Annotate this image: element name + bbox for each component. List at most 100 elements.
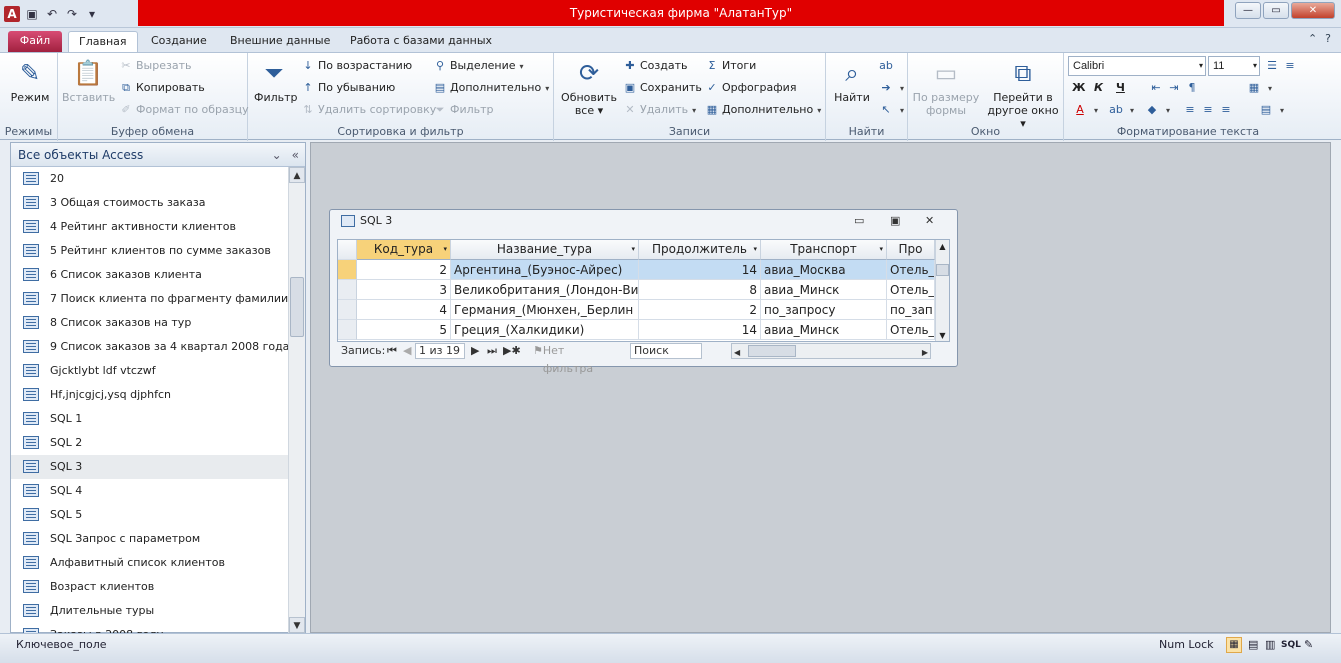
column-header[interactable]: Код_тура ▾ [357, 240, 451, 260]
nav-item[interactable]: SQL 2 [11, 431, 288, 455]
switch-windows-button[interactable]: ⧉ Перейти в другое окно ▾ [984, 57, 1062, 130]
maximize-button[interactable]: ▭ [1263, 2, 1289, 19]
tab-create[interactable]: Создание [141, 31, 217, 52]
copy-button[interactable]: ⧉ Копировать [118, 78, 205, 98]
nav-item[interactable]: 5 Рейтинг клиентов по сумме заказов [11, 239, 288, 263]
prev-record-icon[interactable]: ◀ [403, 342, 411, 360]
table-cell[interactable]: 14 [639, 320, 761, 340]
bold-button[interactable]: Ж [1072, 78, 1085, 98]
scroll-down-icon[interactable]: ▼ [289, 617, 305, 633]
table-cell[interactable]: Отель_ [887, 280, 935, 300]
nav-item[interactable]: SQL 3 [11, 455, 288, 479]
nav-item[interactable]: Gjcktlybt ldf vtczwf [11, 359, 288, 383]
highlight-button[interactable]: ab ▾ [1108, 100, 1138, 120]
table-cell[interactable]: 8 [639, 280, 761, 300]
nav-item[interactable]: 6 Список заказов клиента [11, 263, 288, 287]
toggle-filter-button[interactable]: ⏷ Фильтр [432, 100, 494, 120]
scroll-up-icon[interactable]: ▲ [289, 167, 305, 183]
font-name-select[interactable]: Calibri ▾ [1068, 56, 1206, 76]
scroll-down-icon[interactable]: ▼ [936, 329, 949, 341]
nav-item[interactable]: Заказы в 2008 году [11, 623, 288, 633]
nav-item[interactable]: Длительные туры [11, 599, 288, 623]
list-icons[interactable]: ☰ ≡ [1264, 56, 1300, 76]
grid-horizontal-scrollbar[interactable]: ◀ ▶ [731, 343, 931, 359]
chevron-down-icon[interactable]: ▾ [753, 240, 757, 259]
access-app-icon[interactable]: A [4, 6, 20, 22]
table-cell[interactable]: авиа_Минск [761, 320, 887, 340]
more-records-button[interactable]: ▦ Дополнительно ▾ [704, 100, 825, 120]
table-cell[interactable]: авиа_Минск [761, 280, 887, 300]
nav-header[interactable]: Все объекты Access ⌄ « [11, 143, 305, 167]
scroll-thumb[interactable] [936, 264, 949, 276]
ribbon-collapse-icon[interactable]: ⌃ [1308, 32, 1317, 45]
advanced-filter-button[interactable]: ▤ Дополнительно ▾ [432, 78, 553, 98]
row-selector[interactable] [338, 260, 357, 280]
filter-button[interactable]: ⏷ Фильтр [254, 57, 298, 104]
datasheet-view-icon[interactable]: ▦ [1226, 637, 1242, 653]
fill-color-button[interactable]: ◆ ▾ [1144, 100, 1174, 120]
pivot-table-icon[interactable]: ▤ [1248, 634, 1258, 656]
size-to-fit-button[interactable]: ▭ По размеру формы [912, 57, 980, 117]
minimize-button[interactable]: — [1235, 2, 1261, 19]
design-view-icon[interactable]: ✎ [1304, 634, 1313, 656]
scroll-thumb[interactable] [290, 277, 304, 337]
refresh-all-button[interactable]: ⟳ Обновить все ▾ [558, 57, 620, 117]
nav-item[interactable]: 4 Рейтинг активности клиентов [11, 215, 288, 239]
delete-record-button[interactable]: ✕ Удалить ▾ [622, 100, 700, 120]
alt-row-color-button[interactable]: ▤ ▾ [1258, 100, 1288, 120]
view-button[interactable]: ✎ Режим [6, 57, 54, 104]
table-cell[interactable]: Великобритания_(Лондон-Ви [451, 280, 639, 300]
selection-button[interactable]: ⚲ Выделение ▾ [432, 56, 528, 76]
new-record-icon[interactable]: ▶✱ [503, 342, 521, 360]
undo-icon[interactable]: ↶ [44, 6, 60, 22]
table-cell[interactable]: по_запросу [761, 300, 887, 320]
scroll-thumb[interactable] [748, 345, 796, 357]
table-cell[interactable]: 4 [357, 300, 451, 320]
nav-item[interactable]: Возраст клиентов [11, 575, 288, 599]
nav-item[interactable]: SQL 5 [11, 503, 288, 527]
nav-item[interactable]: 7 Поиск клиента по фрагменту фамилии [11, 287, 288, 311]
search-input[interactable]: Поиск [630, 343, 702, 359]
table-cell[interactable]: Аргентина_(Буэнос-Айрес) [451, 260, 639, 280]
nav-scrollbar[interactable]: ▲ ▼ [288, 167, 305, 633]
paste-button[interactable]: 📋 Вставить [62, 57, 115, 104]
redo-icon[interactable]: ↷ [64, 6, 80, 22]
gridlines-button[interactable]: ▦ ▾ [1246, 78, 1276, 98]
replace-button[interactable]: ab [878, 56, 896, 76]
new-record-button[interactable]: ✚ Создать [622, 56, 687, 76]
font-color-button[interactable]: A ▾ [1072, 100, 1102, 120]
table-cell[interactable]: Отель_ [887, 260, 935, 280]
underline-button[interactable]: Ч [1116, 78, 1125, 98]
sql-view-icon[interactable]: SQL [1281, 634, 1301, 656]
scroll-left-icon[interactable]: ◀ [734, 344, 740, 362]
row-selector[interactable] [338, 320, 357, 340]
grid-vertical-scrollbar[interactable]: ▲ ▼ [935, 240, 949, 341]
cut-button[interactable]: ✂ Вырезать [118, 56, 191, 76]
column-header[interactable]: Название_тура ▾ [451, 240, 639, 260]
save-record-button[interactable]: ▣ Сохранить [622, 78, 702, 98]
select-button[interactable]: ↖ ▾ [878, 100, 908, 120]
indent-buttons[interactable]: ⇤ ⇥ ¶ [1148, 78, 1202, 98]
goto-button[interactable]: ➔ ▾ [878, 78, 908, 98]
table-cell[interactable]: Греция_(Халкидики) [451, 320, 639, 340]
pivot-chart-icon[interactable]: ▥ [1265, 634, 1275, 656]
collapse-pane-icon[interactable]: « [292, 143, 299, 167]
row-selector[interactable] [338, 280, 357, 300]
tab-file[interactable]: Файл [8, 31, 62, 52]
table-cell[interactable]: 2 [639, 300, 761, 320]
tab-home[interactable]: Главная [68, 31, 138, 52]
align-buttons[interactable]: ≡ ≡ ≡ [1182, 100, 1236, 120]
record-position[interactable]: 1 из 19 [415, 343, 465, 359]
sort-asc-button[interactable]: ↓ По возрастанию [300, 56, 412, 76]
chevron-down-icon[interactable]: ⌄ [272, 143, 282, 167]
remove-sort-button[interactable]: ⇅ Удалить сортировку [300, 100, 436, 120]
nav-item[interactable]: 20 [11, 167, 288, 191]
nav-item[interactable]: Hf,jnjcgjcj,ysq djphfcn [11, 383, 288, 407]
spelling-button[interactable]: ✓ Орфография [704, 78, 796, 98]
find-button[interactable]: ⌕ Найти [830, 57, 874, 104]
scroll-up-icon[interactable]: ▲ [936, 240, 949, 254]
tab-external-data[interactable]: Внешние данные [220, 31, 340, 52]
nav-item[interactable]: 8 Список заказов на тур [11, 311, 288, 335]
last-record-icon[interactable]: ⏭ [487, 342, 497, 360]
tab-database-tools[interactable]: Работа с базами данных [340, 31, 502, 52]
